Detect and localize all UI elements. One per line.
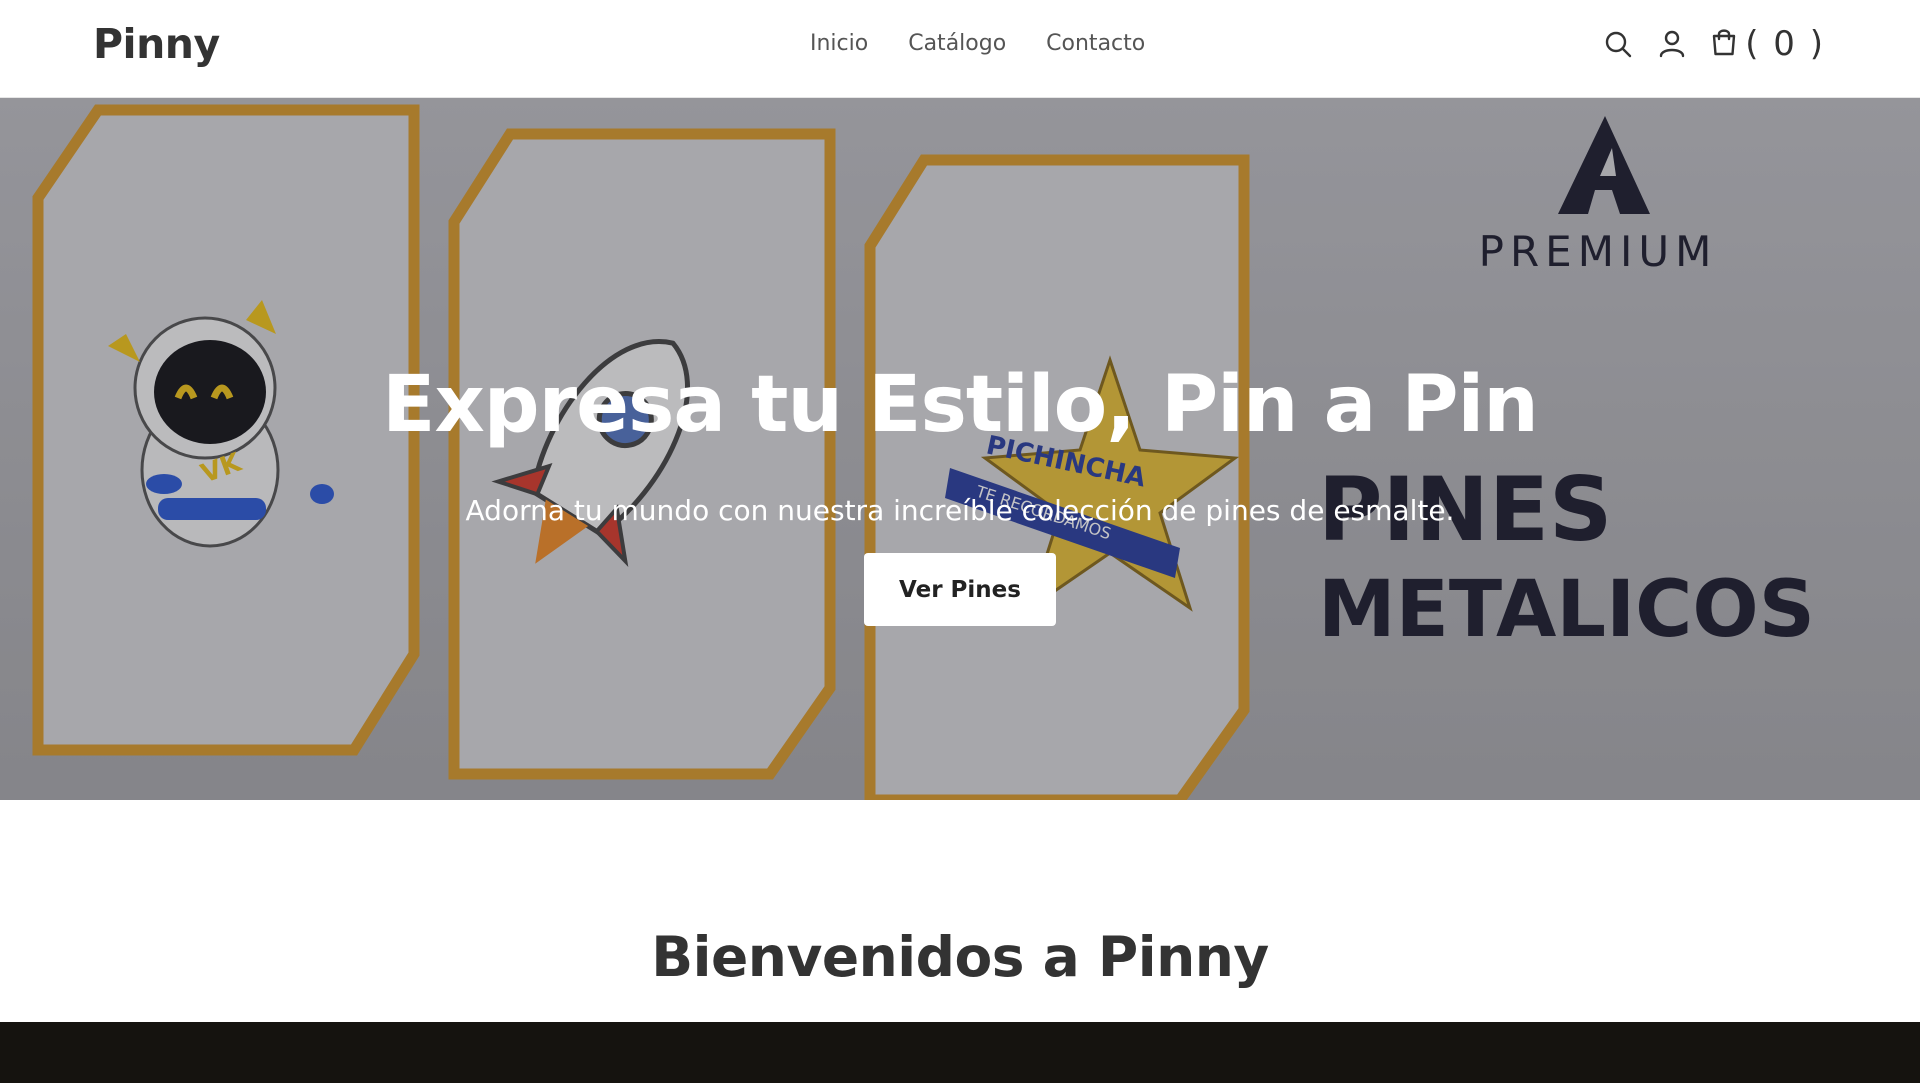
cart-button[interactable]: ( 0 )	[1709, 24, 1825, 64]
ver-pines-button[interactable]: Ver Pines	[864, 553, 1056, 626]
nav-link-catalogo[interactable]: Catálogo	[908, 31, 1006, 56]
welcome-title: Bienvenidos a Pinny	[651, 925, 1269, 989]
nav-link-inicio[interactable]: Inicio	[810, 31, 868, 56]
cart-count: ( 0 )	[1745, 24, 1825, 64]
site-logo[interactable]: Pinny	[93, 20, 220, 68]
search-icon[interactable]	[1601, 25, 1635, 63]
user-icon[interactable]	[1655, 25, 1689, 63]
footer-bar	[0, 1022, 1920, 1083]
hero-banner: VK PICHINCHA TE RECORDAMOS PREMIUM PINES	[0, 98, 1920, 800]
site-header: Pinny Inicio Catálogo Contacto (0)	[0, 0, 1920, 98]
main-nav: Inicio Catálogo Contacto	[810, 31, 1145, 56]
header-actions: ( 0 )	[1601, 24, 1825, 64]
nav-link-contacto[interactable]: Contacto	[1046, 31, 1145, 56]
hero-subtitle: Adorna tu mundo con nuestra increíble co…	[465, 494, 1455, 527]
hero-title: Expresa tu Estilo, Pin a Pin	[382, 360, 1539, 450]
cart-icon	[1709, 27, 1739, 61]
